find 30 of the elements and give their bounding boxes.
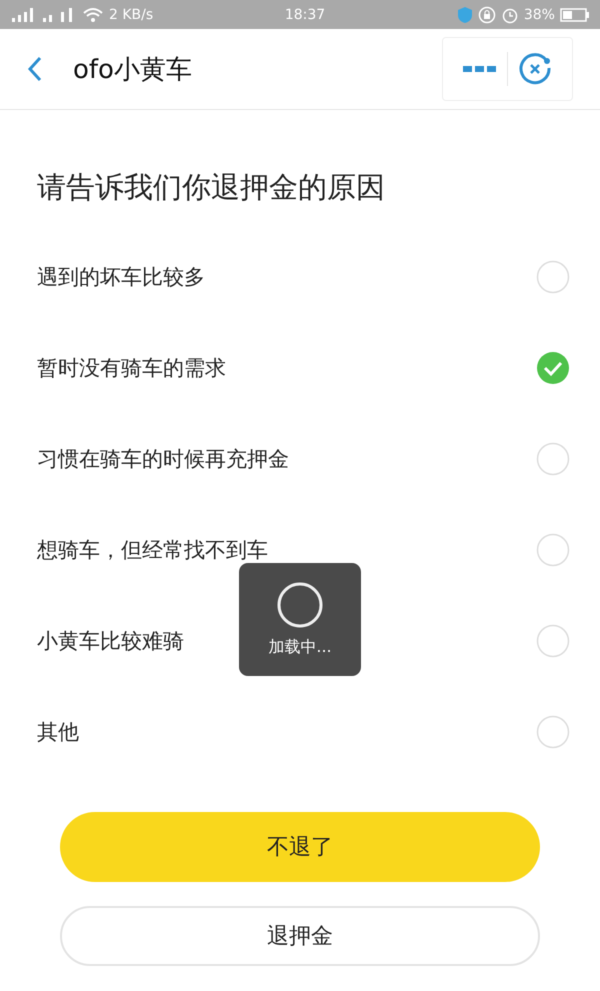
back-icon [27, 56, 43, 82]
loading-text: 加载中... [268, 637, 332, 658]
page-title: ofo小黄车 [73, 54, 193, 86]
spinner-icon [276, 581, 324, 629]
refund-button[interactable]: 退押金 [60, 906, 540, 966]
option-label: 遇到的坏车比较多 [37, 264, 205, 290]
radio-button[interactable] [536, 260, 570, 294]
shield-icon [456, 6, 473, 24]
check-icon[interactable] [536, 350, 570, 384]
more-icon [463, 65, 497, 73]
option-label: 想骑车，但经常找不到车 [37, 536, 268, 564]
option-label: 小黄车比较难骑 [37, 628, 184, 654]
close-icon [518, 52, 552, 86]
option-label: 其他 [37, 718, 79, 746]
option-label: 习惯在骑车的时候再充押金 [37, 446, 289, 472]
network-speed: 2 KB/s [109, 6, 154, 22]
status-time: 18:37 [284, 6, 326, 22]
back-button[interactable] [27, 56, 43, 82]
battery-percent: 38% [524, 6, 555, 22]
battery-icon [560, 6, 590, 22]
radio-button[interactable] [536, 714, 570, 748]
question-heading: 请告诉我们你退押金的原因 [37, 169, 386, 206]
cancel-button[interactable]: 不退了 [60, 812, 540, 882]
radio-button[interactable] [536, 532, 570, 566]
wifi-icon [82, 6, 104, 22]
signal-icon [10, 6, 36, 22]
radio-button[interactable] [536, 624, 570, 658]
lock-icon [478, 6, 496, 24]
radio-button[interactable] [536, 442, 570, 476]
option-label: 暂时没有骑车的需求 [37, 354, 226, 382]
